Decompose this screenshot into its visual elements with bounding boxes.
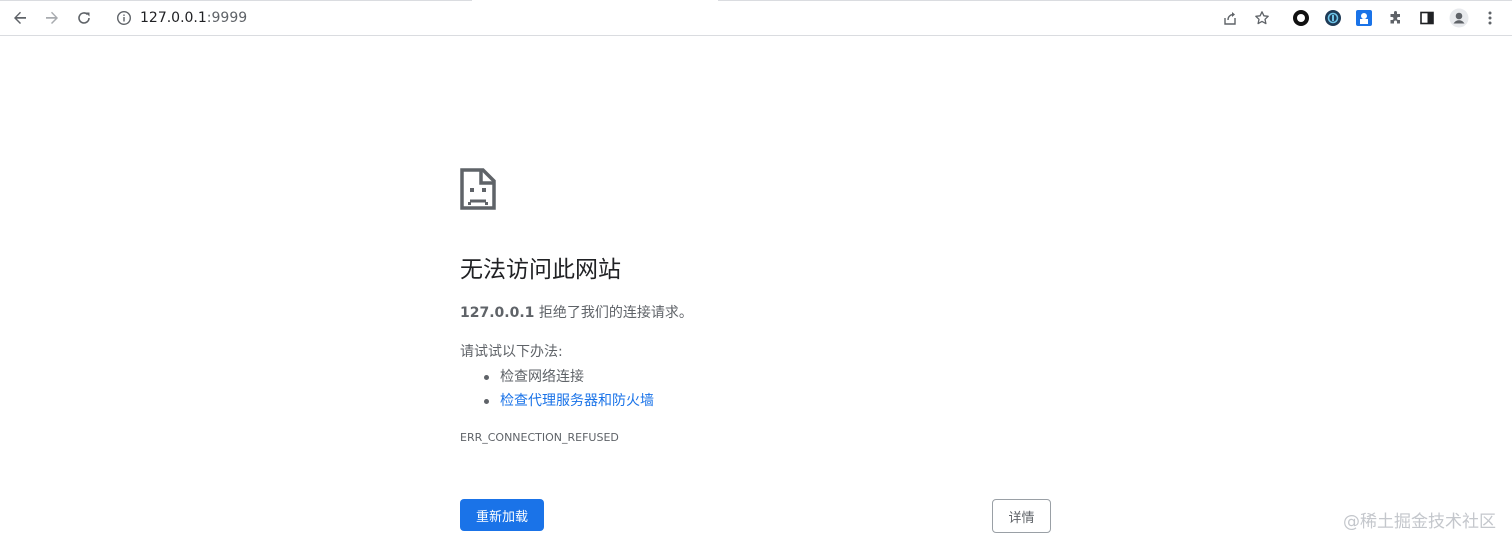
extension-button-3[interactable]	[1352, 6, 1376, 30]
details-button[interactable]: 详情	[992, 499, 1051, 533]
profile-button[interactable]	[1447, 6, 1471, 30]
error-description: 127.0.0.1 拒绝了我们的连接请求。	[460, 303, 693, 323]
error-description-text: 拒绝了我们的连接请求。	[534, 305, 693, 321]
forward-arrow-icon	[46, 11, 58, 24]
check-proxy-firewall-link[interactable]: 检查代理服务器和防火墙	[500, 393, 654, 409]
kebab-menu-icon	[1488, 11, 1492, 25]
extension-button-2[interactable]	[1321, 6, 1345, 30]
back-arrow-icon	[14, 11, 26, 24]
side-panel-icon	[1420, 11, 1434, 25]
url-port: :9999	[206, 10, 248, 26]
active-tab-edge	[472, 0, 718, 1]
reload-button[interactable]	[72, 6, 96, 30]
bookmark-button[interactable]	[1250, 6, 1274, 30]
extension-button-1[interactable]	[1289, 6, 1313, 30]
browser-toolbar: 127.0.0.1:9999	[0, 0, 1512, 36]
suggestions-list: 检查网络连接 检查代理服务器和防火墙	[460, 365, 654, 413]
extensions-button[interactable]	[1384, 6, 1408, 30]
forward-button[interactable]	[40, 6, 64, 30]
address-bar[interactable]: 127.0.0.1:9999	[106, 4, 1286, 32]
menu-button[interactable]	[1478, 6, 1502, 30]
bookmark-star-icon	[1255, 11, 1269, 25]
extension-circle-icon	[1293, 10, 1309, 26]
back-button[interactable]	[8, 6, 32, 30]
reload-icon	[78, 12, 90, 24]
info-icon[interactable]	[116, 10, 132, 26]
share-icon	[1224, 12, 1236, 25]
watermark: @稀土掘金技术社区	[1343, 512, 1496, 532]
bullet-icon	[484, 375, 489, 380]
profile-avatar-icon	[1449, 8, 1469, 28]
error-host: 127.0.0.1	[460, 305, 535, 321]
suggestion-text: 检查网络连接	[500, 369, 584, 385]
suggestions-title: 请试试以下办法:	[460, 344, 563, 360]
suggestion-item-check-network: 检查网络连接	[460, 365, 654, 389]
url-host: 127.0.0.1	[140, 10, 207, 26]
error-code: ERR_CONNECTION_REFUSED	[460, 431, 619, 444]
extension-blue-icon	[1356, 10, 1372, 26]
error-title: 无法访问此网站	[460, 257, 621, 283]
share-button[interactable]	[1218, 6, 1242, 30]
side-panel-button[interactable]	[1415, 6, 1439, 30]
suggestion-item-check-proxy: 检查代理服务器和防火墙	[460, 389, 654, 413]
sad-page-icon	[460, 168, 496, 210]
url-text[interactable]: 127.0.0.1:9999	[140, 9, 247, 27]
tab-strip-border	[0, 0, 1512, 1]
reload-page-button[interactable]: 重新加载	[460, 499, 544, 531]
puzzle-icon	[1390, 11, 1400, 24]
bullet-icon	[484, 399, 489, 404]
extension-translate-icon	[1325, 10, 1341, 26]
